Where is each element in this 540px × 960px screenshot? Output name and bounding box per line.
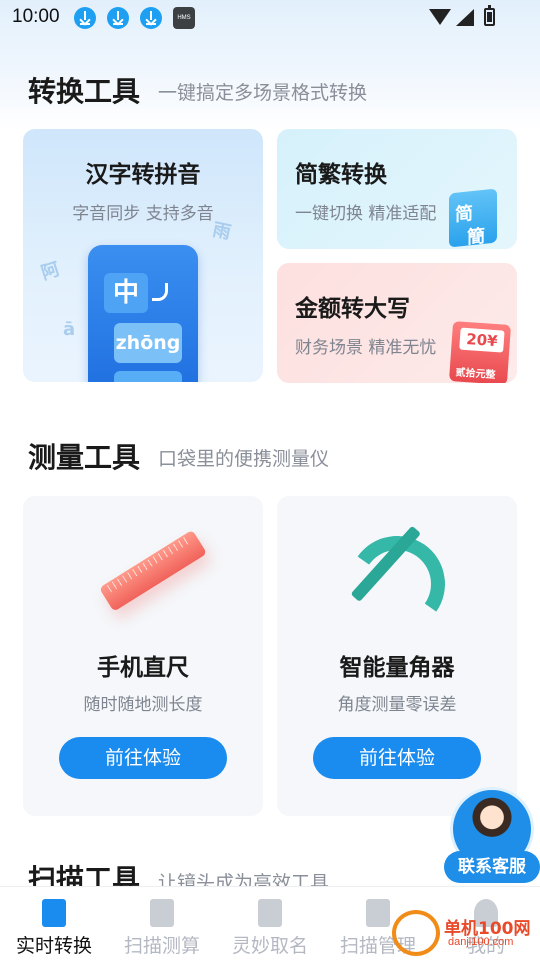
watermark: 单机100网 danji100.com [392, 910, 540, 956]
money-illustration: 20¥ 贰拾元整 [448, 321, 512, 383]
folder-icon [366, 899, 390, 927]
card-title: 智能量角器 [339, 655, 455, 681]
card-subtitle: 一键切换 精准适配 [295, 204, 437, 224]
convert-icon [42, 899, 66, 927]
section-title-measure: 测量工具 [28, 441, 141, 474]
section-subtitle-measure: 口袋里的便携测量仪 [158, 448, 330, 470]
status-bar: 10:00 HMS [0, 0, 540, 36]
jianfan-char: 簡 [467, 225, 485, 249]
jianfan-illustration: 简 簡 [449, 187, 509, 249]
nav-item-convert[interactable]: 实时转换 [0, 887, 108, 960]
card-protractor[interactable]: 智能量角器 角度测量零误差 前往体验 [277, 496, 517, 816]
card-subtitle: 财务场景 精准无忧 [295, 338, 437, 358]
download-icon [74, 7, 96, 29]
pen-icon [258, 899, 282, 927]
card-title: 汉字转拼音 [85, 162, 201, 188]
hms-icon: HMS [173, 7, 195, 29]
nav-item-scan[interactable]: 扫描测算 [108, 887, 216, 960]
nav-label: 扫描测算 [123, 935, 200, 957]
nav-label: 实时转换 [15, 935, 92, 957]
card-subtitle: 角度测量零误差 [337, 695, 457, 715]
download-icon [107, 7, 129, 29]
nav-label: 灵妙取名 [231, 935, 308, 957]
phone-illustration: 中 zhōng [88, 245, 198, 382]
money-cn: 贰拾元整 [455, 367, 496, 382]
card-hanzi-pinyin[interactable]: 汉字转拼音 字音同步 支持多音 阿 雨 ā 中 zhōng [23, 129, 263, 382]
money-amount: 20¥ [459, 327, 505, 353]
protractor-icon [341, 525, 453, 640]
phone-strip [114, 371, 182, 382]
status-time: 10:00 [12, 6, 60, 27]
card-title: 简繁转换 [295, 162, 387, 188]
floating-char: 阿 [38, 258, 63, 285]
floating-char: ā [63, 319, 76, 340]
hanzi-tile: 中 [104, 273, 148, 313]
card-title: 手机直尺 [97, 655, 189, 681]
nav-item-naming[interactable]: 灵妙取名 [216, 887, 324, 960]
card-title: 金额转大写 [295, 296, 410, 322]
section-title-convert: 转换工具 [28, 75, 141, 108]
download-icon [140, 7, 162, 29]
card-jine[interactable]: 金额转大写 财务场景 精准无忧 20¥ 贰拾元整 [277, 263, 517, 383]
try-ruler-button[interactable]: 前往体验 [59, 737, 227, 779]
arrow-icon [152, 283, 168, 301]
scan-icon [150, 899, 174, 927]
section-subtitle-convert: 一键搞定多场景格式转换 [158, 82, 368, 104]
battery-icon [484, 5, 495, 26]
contact-service-button[interactable]: 联系客服 [444, 785, 540, 885]
signal-icon [456, 9, 474, 26]
watermark-url: danji100.com [448, 936, 514, 948]
try-protractor-button[interactable]: 前往体验 [313, 737, 481, 779]
ruler-icon [99, 529, 208, 612]
card-subtitle: 随时随地测长度 [83, 695, 203, 715]
service-label: 联系客服 [444, 851, 540, 883]
pinyin-tile: zhōng [114, 323, 182, 363]
money-box: 20¥ 贰拾元整 [448, 321, 512, 383]
card-ruler[interactable]: 手机直尺 随时随地测长度 前往体验 [23, 496, 263, 816]
jianfan-box: 简 簡 [449, 188, 497, 249]
card-jianfan[interactable]: 简繁转换 一键切换 精准适配 简 簡 [277, 129, 517, 249]
watermark-logo-icon [392, 910, 440, 956]
wifi-icon [429, 9, 451, 25]
floating-char: 雨 [210, 219, 233, 244]
